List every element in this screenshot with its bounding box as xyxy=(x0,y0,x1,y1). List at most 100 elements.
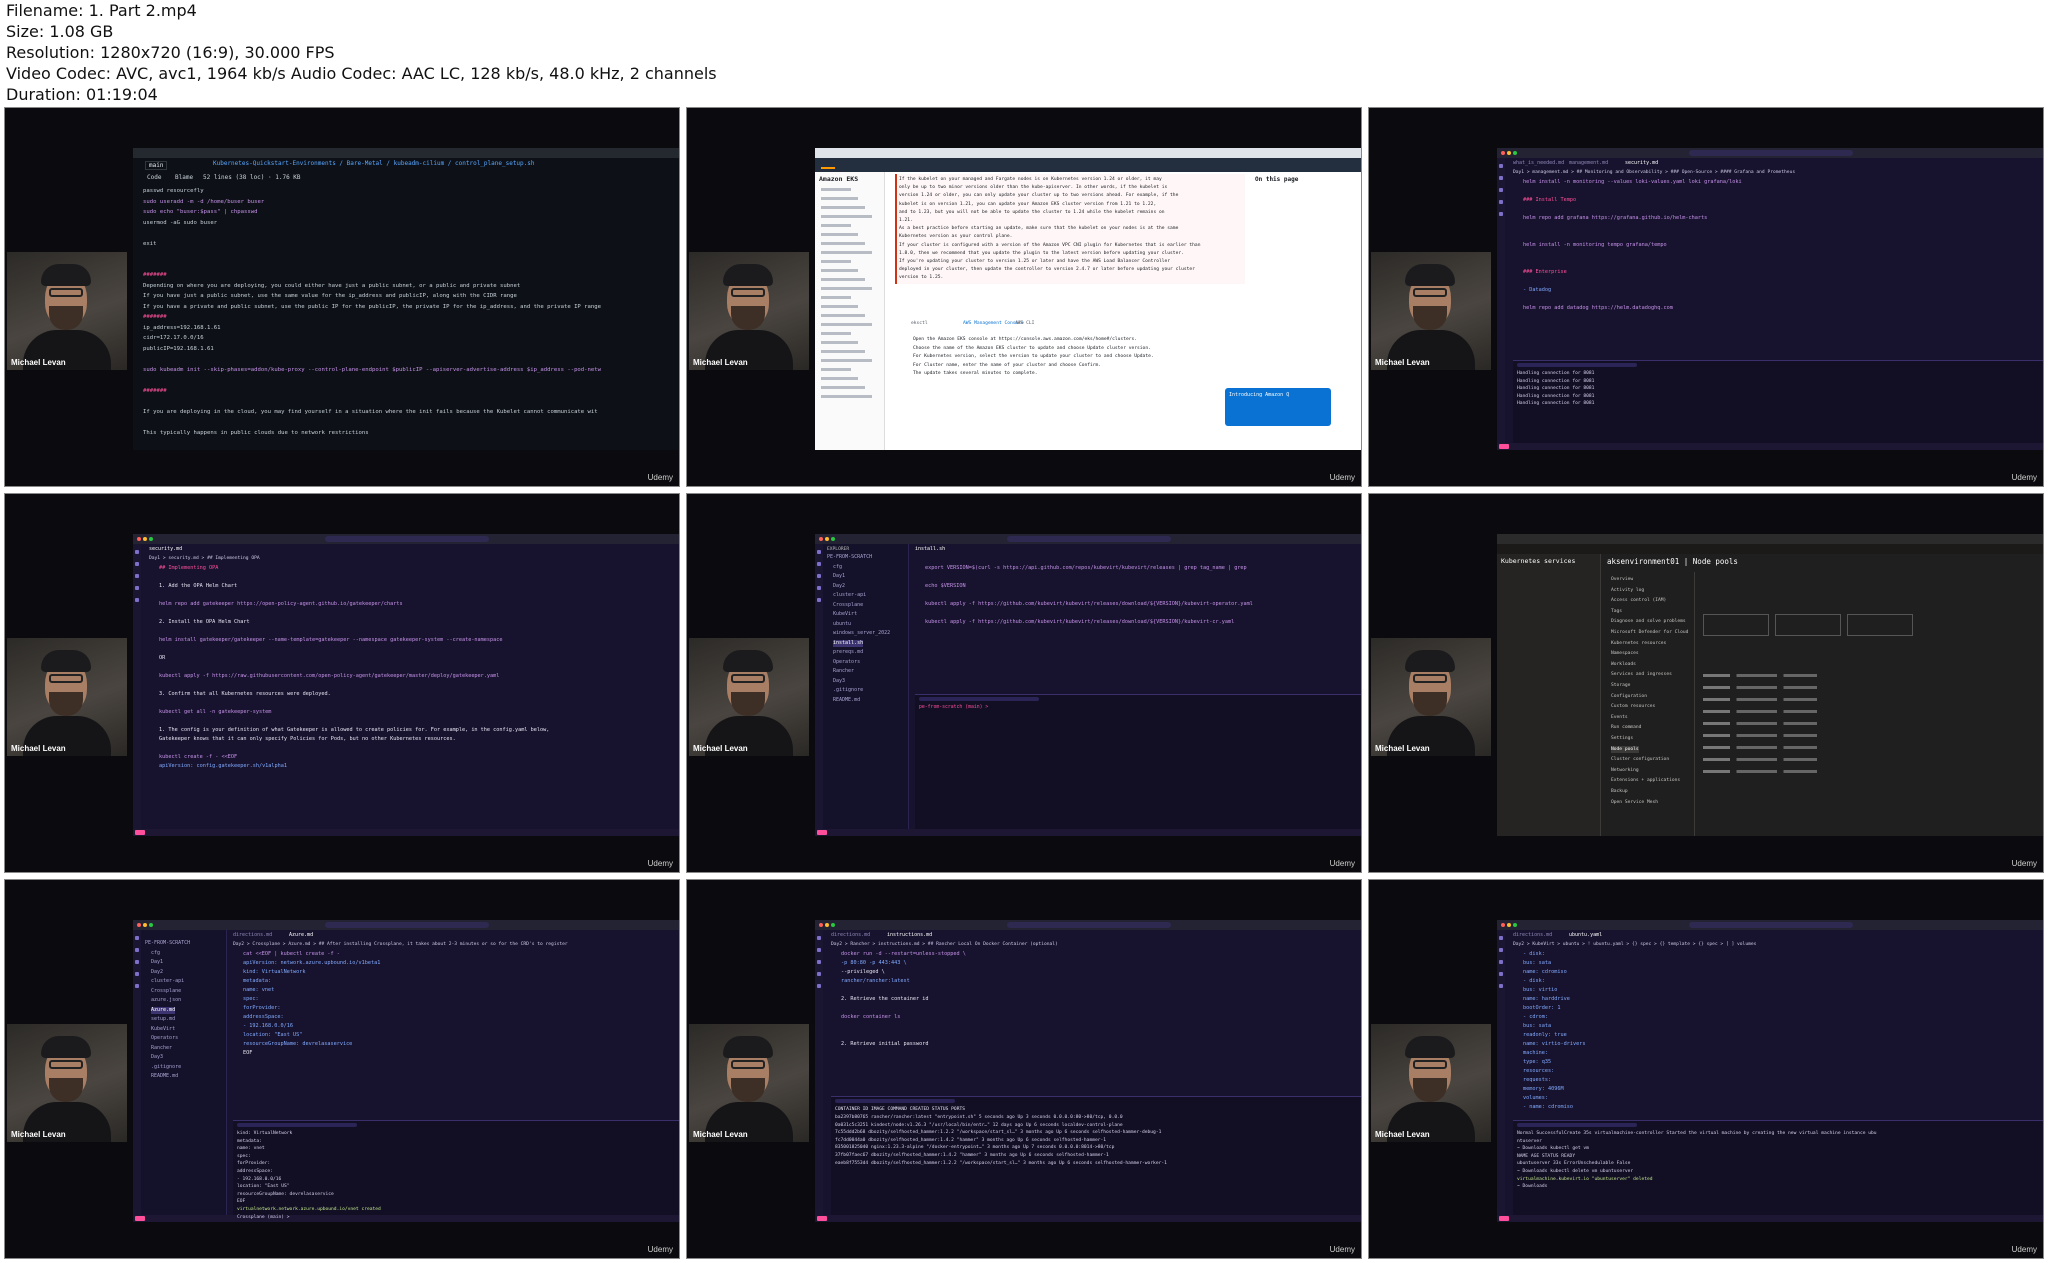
activity-icon[interactable] xyxy=(1499,960,1503,964)
table-row[interactable] xyxy=(1703,722,2039,725)
activity-icon[interactable] xyxy=(135,598,139,602)
explorer-item[interactable]: cluster-api xyxy=(833,592,866,599)
menu-item[interactable]: Services and ingresses xyxy=(1611,671,1672,678)
editor-tab[interactable]: security.md xyxy=(1625,160,1658,167)
nav-item[interactable] xyxy=(821,341,858,344)
explorer-item[interactable]: Day3 xyxy=(151,1054,163,1061)
menu-item[interactable]: Networking xyxy=(1611,767,1639,774)
editor-tab[interactable]: ubuntu.yaml xyxy=(1569,932,1602,939)
activity-icon[interactable] xyxy=(817,984,821,988)
nav-item[interactable] xyxy=(821,314,865,317)
explorer-item[interactable]: Day2 xyxy=(151,969,163,976)
explorer-item[interactable]: README.md xyxy=(833,697,860,704)
activity-icon[interactable] xyxy=(1499,212,1503,216)
explorer-item[interactable]: cfg xyxy=(151,950,160,957)
menu-item[interactable]: Custom resources xyxy=(1611,703,1655,710)
menu-item[interactable]: Extensions + applications xyxy=(1611,777,1680,784)
activity-icon[interactable] xyxy=(1499,200,1503,204)
explorer-item[interactable]: PE-FROM-SCRATCH xyxy=(145,940,190,947)
explorer-item[interactable]: cfg xyxy=(833,564,842,571)
activity-icon[interactable] xyxy=(1499,948,1503,952)
editor-tab[interactable]: instructions.md xyxy=(887,932,932,939)
activity-icon[interactable] xyxy=(817,972,821,976)
activity-icon[interactable] xyxy=(817,586,821,590)
table-row[interactable] xyxy=(1703,710,2039,713)
table-row[interactable] xyxy=(1703,686,2039,689)
nav-item[interactable] xyxy=(821,377,858,380)
editor-tab[interactable]: install.sh xyxy=(915,546,945,553)
editor-tab[interactable]: what_is_needed.md xyxy=(1513,160,1564,167)
window-control-icon[interactable] xyxy=(143,537,147,541)
menu-item[interactable]: Configuration xyxy=(1611,693,1647,700)
nav-item[interactable] xyxy=(821,350,865,353)
editor-breadcrumb[interactable]: Day2 > Rancher > instructions.md > ## Ra… xyxy=(831,941,1058,948)
nav-item[interactable] xyxy=(821,305,858,308)
explorer-item[interactable]: azure.json xyxy=(151,997,181,1004)
table-row[interactable] xyxy=(1703,770,2039,773)
menu-item[interactable]: Workloads xyxy=(1611,661,1636,668)
activity-icon[interactable] xyxy=(817,550,821,554)
explorer-item[interactable]: PE-FROM-SCRATCH xyxy=(827,554,872,561)
window-control-icon[interactable] xyxy=(143,923,147,927)
menu-item[interactable]: Open Service Mesh xyxy=(1611,799,1658,806)
aws-logo-icon[interactable] xyxy=(821,161,835,169)
window-control-icon[interactable] xyxy=(1513,923,1517,927)
explorer-item[interactable]: Day2 xyxy=(833,583,845,590)
explorer-item[interactable]: cluster-api xyxy=(151,978,184,985)
activity-icon[interactable] xyxy=(817,598,821,602)
command-search-bar[interactable] xyxy=(1688,150,1854,156)
menu-item[interactable]: Overview xyxy=(1611,576,1633,583)
menu-item[interactable]: Run command xyxy=(1611,724,1641,731)
menu-item[interactable]: Microsoft Defender for Cloud xyxy=(1611,629,1688,636)
command-search-bar[interactable] xyxy=(324,536,490,542)
window-control-icon[interactable] xyxy=(1507,923,1511,927)
nav-item[interactable] xyxy=(821,386,865,389)
activity-icon[interactable] xyxy=(135,574,139,578)
editor-breadcrumb[interactable]: Day2 > KubeVirt > ubuntu > ! ubuntu.yaml… xyxy=(1513,941,1756,948)
activity-icon[interactable] xyxy=(135,948,139,952)
window-control-icon[interactable] xyxy=(1501,923,1505,927)
nav-item[interactable] xyxy=(821,323,872,326)
nav-item[interactable] xyxy=(821,188,851,191)
activity-icon[interactable] xyxy=(817,948,821,952)
activity-icon[interactable] xyxy=(1499,188,1503,192)
nav-item[interactable] xyxy=(821,269,858,272)
amazon-q-popup[interactable]: Introducing Amazon Q xyxy=(1225,388,1331,426)
window-control-icon[interactable] xyxy=(831,537,835,541)
menu-item[interactable]: Settings xyxy=(1611,735,1633,742)
nav-item[interactable] xyxy=(821,332,851,335)
nav-item[interactable] xyxy=(821,395,872,398)
activity-icon[interactable] xyxy=(135,936,139,940)
explorer-item[interactable]: ubuntu xyxy=(833,621,851,628)
activity-icon[interactable] xyxy=(135,586,139,590)
activity-icon[interactable] xyxy=(135,562,139,566)
tab-code[interactable]: Code xyxy=(147,174,161,181)
activity-icon[interactable] xyxy=(1499,972,1503,976)
menu-item[interactable]: Kubernetes resources xyxy=(1611,640,1666,647)
nav-item[interactable] xyxy=(821,251,872,254)
command-search-bar[interactable] xyxy=(1006,536,1172,542)
activity-icon[interactable] xyxy=(135,960,139,964)
activity-icon[interactable] xyxy=(1499,176,1503,180)
activity-icon[interactable] xyxy=(817,936,821,940)
explorer-item[interactable]: .gitignore xyxy=(833,687,863,694)
editor-breadcrumb[interactable]: Day1 > management.md > ## Monitoring and… xyxy=(1513,169,1795,176)
nav-item[interactable] xyxy=(821,206,865,209)
explorer-item[interactable]: KubeVirt xyxy=(151,1026,175,1033)
nav-item[interactable] xyxy=(821,260,851,263)
window-control-icon[interactable] xyxy=(137,923,141,927)
explorer-item[interactable]: KubeVirt xyxy=(833,611,857,618)
window-control-icon[interactable] xyxy=(819,537,823,541)
activity-icon[interactable] xyxy=(135,550,139,554)
nav-item[interactable] xyxy=(821,278,865,281)
window-control-icon[interactable] xyxy=(825,537,829,541)
command-search-bar[interactable] xyxy=(1688,922,1854,928)
explorer-item[interactable]: Day1 xyxy=(833,573,845,580)
explorer-item[interactable]: install.sh xyxy=(833,639,864,647)
window-control-icon[interactable] xyxy=(831,923,835,927)
window-control-icon[interactable] xyxy=(825,923,829,927)
menu-item[interactable]: Namespaces xyxy=(1611,650,1639,657)
explorer-item[interactable]: README.md xyxy=(151,1073,178,1080)
editor-tab[interactable]: security.md xyxy=(149,546,182,553)
nav-item[interactable] xyxy=(821,296,851,299)
